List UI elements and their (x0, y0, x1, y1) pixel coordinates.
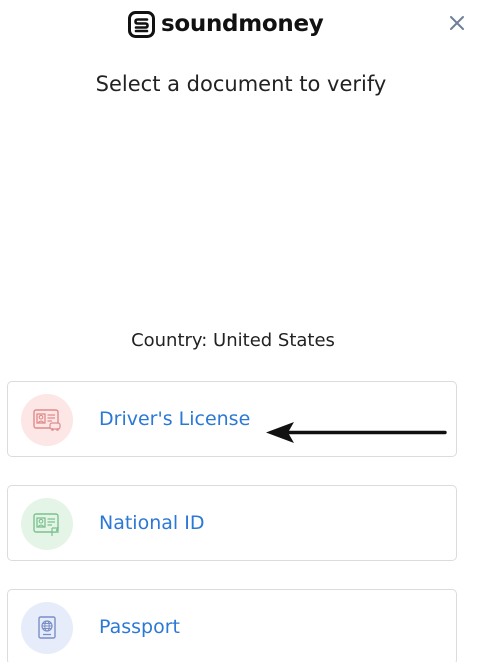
page-title: Select a document to verify (95, 72, 387, 96)
national-id-icon-badge (21, 498, 73, 550)
verification-page: soundmoney Select a document to verify C… (0, 0, 482, 662)
left-arrow-icon (266, 422, 447, 443)
drivers-license-icon-badge (21, 394, 73, 446)
drivers-license-icon (33, 409, 61, 431)
national-id-option[interactable]: National ID (7, 485, 457, 561)
national-id-icon (33, 513, 60, 536)
national-id-label: National ID (99, 512, 205, 534)
passport-option[interactable]: Passport (7, 589, 457, 662)
passport-label: Passport (99, 616, 180, 638)
brand-name: soundmoney (161, 11, 324, 37)
close-icon (450, 16, 464, 30)
brand-logo: soundmoney (128, 6, 324, 42)
close-button[interactable] (444, 10, 470, 36)
passport-icon-badge (21, 602, 73, 654)
header: soundmoney (0, 0, 482, 50)
drivers-license-label: Driver's License (99, 408, 251, 430)
passport-icon (38, 616, 56, 639)
soundmoney-logo-icon (128, 10, 155, 38)
country-label: Country: United States (131, 330, 335, 351)
